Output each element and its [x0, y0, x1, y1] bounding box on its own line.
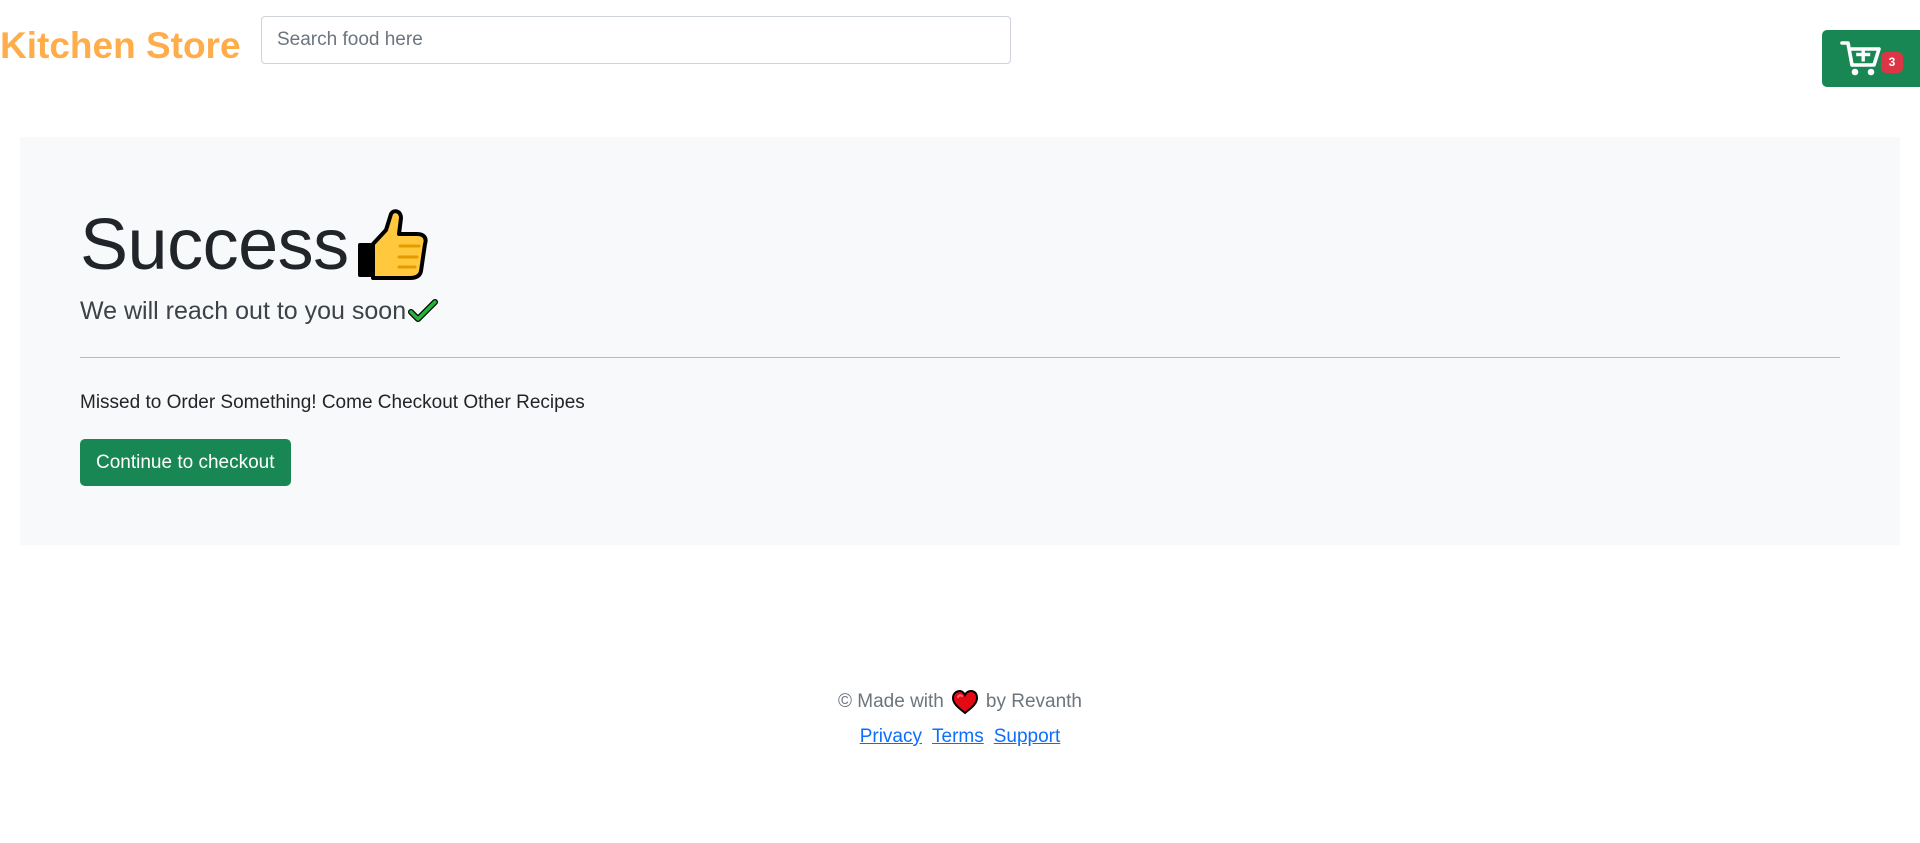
- thumbs-up-icon: [357, 209, 428, 280]
- footer-copyright-prefix: © Made with: [838, 691, 944, 712]
- top-navigation: Kitchen Store 3: [0, 0, 1920, 95]
- terms-link[interactable]: Terms: [932, 726, 984, 748]
- success-panel: Success We will reach out to you soon Mi…: [20, 137, 1900, 545]
- cart-count-badge: 3: [1881, 52, 1903, 73]
- order-reminder-text: Missed to Order Something! Come Checkout…: [80, 392, 585, 413]
- continue-checkout-button[interactable]: Continue to checkout: [80, 439, 291, 486]
- brand-logo[interactable]: Kitchen Store: [0, 22, 241, 70]
- success-subtitle: We will reach out to you soon: [80, 296, 407, 325]
- support-link[interactable]: Support: [994, 726, 1061, 748]
- success-title: Success: [80, 205, 349, 285]
- check-icon: [408, 299, 439, 322]
- search-input[interactable]: [261, 16, 1011, 64]
- heart-icon: [951, 689, 978, 714]
- success-subtitle-row: We will reach out to you soon: [80, 295, 439, 327]
- cart-plus-icon: [1840, 41, 1881, 76]
- success-heading-row: Success: [80, 205, 429, 285]
- footer-author: by Revanth: [985, 691, 1082, 712]
- section-divider: [80, 357, 1840, 358]
- privacy-link[interactable]: Privacy: [860, 726, 922, 748]
- cart-button[interactable]: 3: [1822, 30, 1920, 87]
- footer-links: Privacy Terms Support: [0, 724, 1920, 750]
- footer-credit: © Made with by Revanth: [0, 688, 1920, 716]
